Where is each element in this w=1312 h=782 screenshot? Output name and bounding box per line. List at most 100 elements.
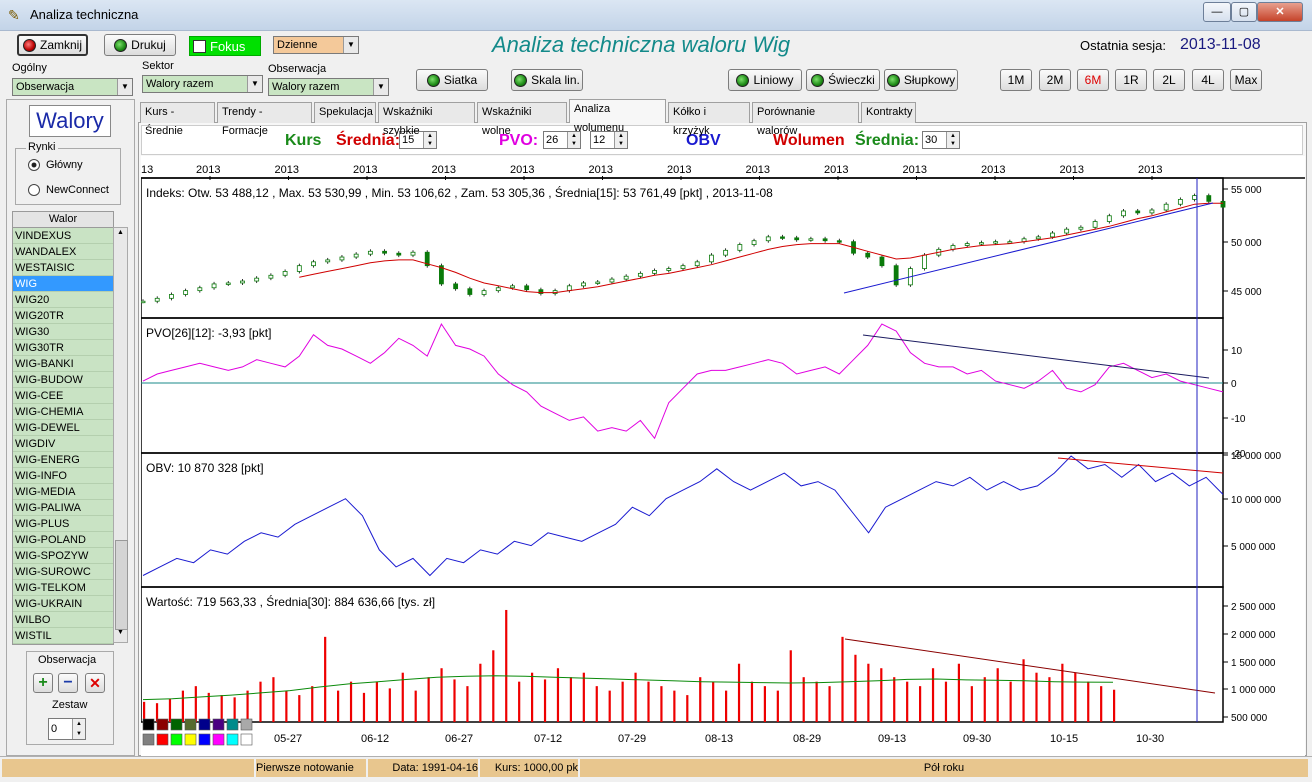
list-item[interactable]: WIG-BANKI [13, 356, 113, 372]
market-nc-radio[interactable]: NewConnect [28, 184, 109, 196]
panel-header: PVO[26][12]: -3,93 [pkt] [146, 326, 271, 340]
candle-body [879, 256, 885, 267]
range-button[interactable]: 1R [1115, 69, 1147, 91]
list-item[interactable]: WISTIL [13, 628, 113, 644]
list-item[interactable]: WIG-PLUS [13, 516, 113, 532]
volume-bar [556, 668, 560, 722]
close-button[interactable]: Zamknij [17, 34, 88, 56]
trend-line [1057, 457, 1224, 474]
chart-area[interactable]: 13 2013 2013 2013 2013 2013 2013 2013 2013 2013 20… [140, 156, 1305, 756]
tab[interactable]: Kontrakty [861, 102, 916, 123]
color-swatch [212, 718, 225, 731]
scroll-up-icon[interactable]: ▲ [115, 229, 126, 241]
scale-icon [514, 73, 528, 87]
scale-button[interactable]: Skala lin. [511, 69, 583, 91]
volume-bar [531, 672, 534, 722]
range-button[interactable]: 2M [1039, 69, 1071, 91]
avg2-stepper[interactable]: 30 ▲ ▼ [922, 131, 960, 149]
list-item[interactable]: WIG-CHEMIA [13, 404, 113, 420]
list-item[interactable]: WIG [13, 276, 113, 292]
list-item[interactable]: WESTAISIC [13, 260, 113, 276]
print-button[interactable]: Drukuj [104, 34, 176, 56]
tab[interactable]: Porównanie walorów [752, 102, 859, 137]
tab[interactable]: Trendy - Formacje [217, 102, 312, 137]
volume-bar [789, 650, 792, 722]
candle-body [1177, 199, 1183, 205]
tab[interactable]: Wskaźniki wolne [477, 102, 567, 137]
panel-header: OBV: 10 870 328 [pkt] [146, 461, 264, 475]
grid-button[interactable]: Siatka [416, 69, 488, 91]
list-item[interactable]: WIGDIV [13, 436, 113, 452]
set-stepper[interactable]: 0 ▲ ▼ [48, 718, 86, 740]
remove-button[interactable]: − [58, 673, 78, 693]
list-item[interactable]: WIG-INFO [13, 468, 113, 484]
stepper-icon[interactable]: ▲▼ [72, 719, 85, 739]
general-select[interactable]: Obserwacja ▼ [12, 78, 133, 96]
list-item[interactable]: WIG-CEE [13, 388, 113, 404]
list-scrollbar[interactable]: ▲ ▼ [113, 227, 128, 643]
minimize-button[interactable]: — [1203, 2, 1231, 22]
bars-button[interactable]: Słupkowy [884, 69, 958, 91]
status-first: Pierwsze notowanie [256, 759, 366, 777]
list-item[interactable]: WIG-PALIWA [13, 500, 113, 516]
chevron-down-icon: ▼ [247, 76, 262, 92]
tab[interactable]: Analiza wolumenu [569, 99, 666, 134]
list-item[interactable]: WIG-DEWEL [13, 420, 113, 436]
candle-body [1050, 232, 1055, 238]
candle-body [765, 236, 771, 242]
avg2-label: Średnia: [855, 132, 920, 149]
range-button[interactable]: 4L [1192, 69, 1224, 91]
volume-bar [324, 636, 327, 722]
volume-bar [983, 677, 986, 722]
focus-checkbox[interactable]: Fokus [189, 36, 261, 56]
volume-bar [543, 679, 547, 722]
list-item[interactable]: WIG30TR [13, 340, 113, 356]
maximize-button[interactable]: ▢ [1231, 2, 1257, 22]
list-item[interactable]: WIG-SUROWC [13, 564, 113, 580]
tab[interactable]: Kurs - Średnie [140, 102, 215, 137]
list-item[interactable]: VINDEXUS [13, 228, 113, 244]
list-item[interactable]: WIG-BUDOW [13, 372, 113, 388]
range-button[interactable]: 6M [1077, 69, 1109, 91]
list-item[interactable]: WIG20TR [13, 308, 113, 324]
candle-body [367, 250, 373, 255]
tab[interactable]: Kółko i krzyżyk [668, 102, 750, 137]
volume-bar [893, 677, 896, 722]
period-value: Dzienne [277, 39, 318, 51]
general-value: Obserwacja [16, 81, 75, 93]
list-item[interactable]: WANDALEX [13, 244, 113, 260]
volume-bar [686, 695, 689, 722]
list-item[interactable]: WIG20 [13, 292, 113, 308]
year-tick-label: 13 [141, 164, 153, 176]
list-item[interactable]: WIG-MEDIA [13, 484, 113, 500]
list-item[interactable]: WIG-UKRAIN [13, 596, 113, 612]
volume-bar [220, 695, 223, 722]
year-tick-label: 2013 [903, 164, 927, 176]
tab[interactable]: Wskaźniki szybkie [378, 102, 475, 137]
list-item[interactable]: WIG-POLAND [13, 532, 113, 548]
market-main-radio[interactable]: Główny [28, 159, 83, 171]
candle-body [979, 242, 984, 245]
stepper-icon[interactable]: ▲▼ [423, 132, 436, 148]
list-item[interactable]: WIG-TELKOM [13, 580, 113, 596]
list-item[interactable]: WIG-SPOZYW [13, 548, 113, 564]
scroll-down-icon[interactable]: ▼ [115, 629, 126, 641]
range-button[interactable]: Max [1230, 69, 1262, 91]
list-item[interactable]: WIG-ENERG [13, 452, 113, 468]
range-button[interactable]: 1M [1000, 69, 1032, 91]
watch-select[interactable]: Walory razem ▼ [268, 78, 389, 96]
candles-button[interactable]: Świeczki [806, 69, 880, 91]
list-item[interactable]: WILBO [13, 612, 113, 628]
list-item[interactable]: WIG30 [13, 324, 113, 340]
range-button[interactable]: 2L [1153, 69, 1185, 91]
close-window-button[interactable]: ✕ [1257, 2, 1303, 22]
period-select[interactable]: Dzienne ▼ [273, 36, 359, 54]
linear-button[interactable]: Liniowy [728, 69, 802, 91]
add-button[interactable]: + [33, 673, 53, 693]
stepper-icon[interactable]: ▲▼ [946, 132, 959, 148]
radio-checked-icon [28, 159, 40, 171]
delete-button[interactable]: ✕ [85, 673, 105, 693]
scroll-thumb[interactable] [115, 540, 128, 630]
tab[interactable]: Spekulacja [314, 102, 376, 123]
sector-select[interactable]: Walory razem ▼ [142, 75, 263, 93]
